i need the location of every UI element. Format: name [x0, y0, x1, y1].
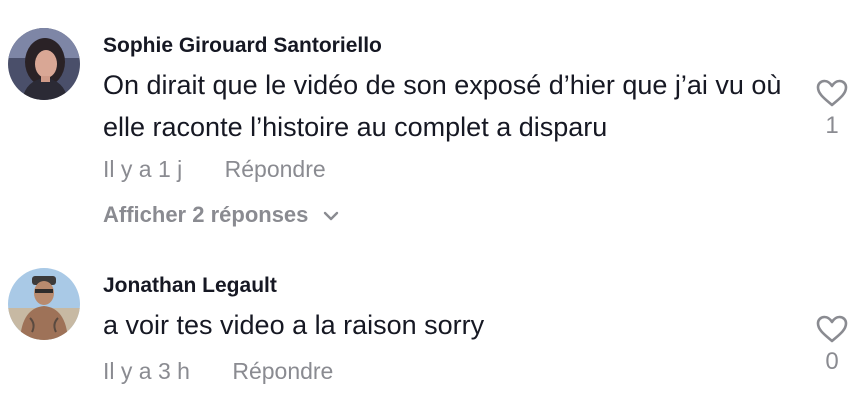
user-avatar-icon	[8, 268, 80, 340]
comment-text: On dirait que le vidéo de son exposé d’h…	[103, 70, 782, 142]
like-button[interactable]: 1	[812, 78, 852, 140]
comment-list: Sophie Girouard Santoriello On dirait qu…	[0, 0, 866, 402]
comment-author[interactable]: Sophie Girouard Santoriello	[103, 34, 382, 58]
reply-button[interactable]: Répondre	[232, 358, 333, 385]
user-avatar-icon	[8, 28, 80, 100]
comment-text: a voir tes video a la raison sorry	[103, 310, 485, 340]
comment-meta: Il y a 3 h Répondre	[103, 358, 333, 385]
comment-meta: Il y a 1 j Répondre	[103, 156, 326, 183]
comment-timestamp: Il y a 1 j	[103, 156, 183, 182]
avatar[interactable]	[8, 28, 80, 100]
like-button[interactable]: 0	[812, 314, 852, 376]
comment-item: Sophie Girouard Santoriello On dirait qu…	[0, 0, 866, 240]
heart-icon	[816, 79, 848, 107]
reply-button[interactable]: Répondre	[225, 156, 326, 183]
comment-item: Jonathan Legault a voir tes video a la r…	[0, 240, 866, 402]
heart-icon	[816, 315, 848, 343]
chevron-down-icon	[323, 211, 338, 221]
avatar[interactable]	[8, 268, 80, 340]
view-replies-button[interactable]: Afficher 2 réponses	[103, 202, 339, 228]
comment-author[interactable]: Jonathan Legault	[103, 274, 277, 298]
view-replies-label: Afficher 2 réponses	[103, 202, 309, 227]
comment-timestamp: Il y a 3 h	[103, 358, 190, 384]
like-count: 0	[825, 348, 839, 375]
like-count: 1	[825, 112, 839, 139]
